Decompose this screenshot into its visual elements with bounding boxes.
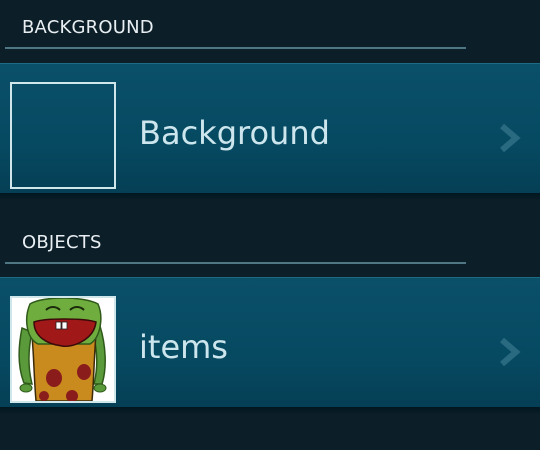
row-shadow [0,193,540,201]
section-divider [5,47,466,49]
section-title: OBJECTS [22,232,102,253]
section-header-objects: OBJECTS [0,215,540,265]
green-monster-icon [12,298,114,401]
row-shadow [0,407,540,415]
list-item-label: Background [139,114,330,152]
section-divider [5,262,466,264]
section-header-background: BACKGROUND [0,0,540,50]
list-item-background[interactable]: Background [0,63,540,201]
list-item-items[interactable]: items [0,277,540,415]
chevron-right-icon [500,337,521,367]
object-thumbnail [10,296,116,403]
section-title: BACKGROUND [22,17,154,38]
chevron-right-icon [500,123,521,153]
list-item-label: items [139,328,228,366]
background-thumbnail [10,82,116,189]
